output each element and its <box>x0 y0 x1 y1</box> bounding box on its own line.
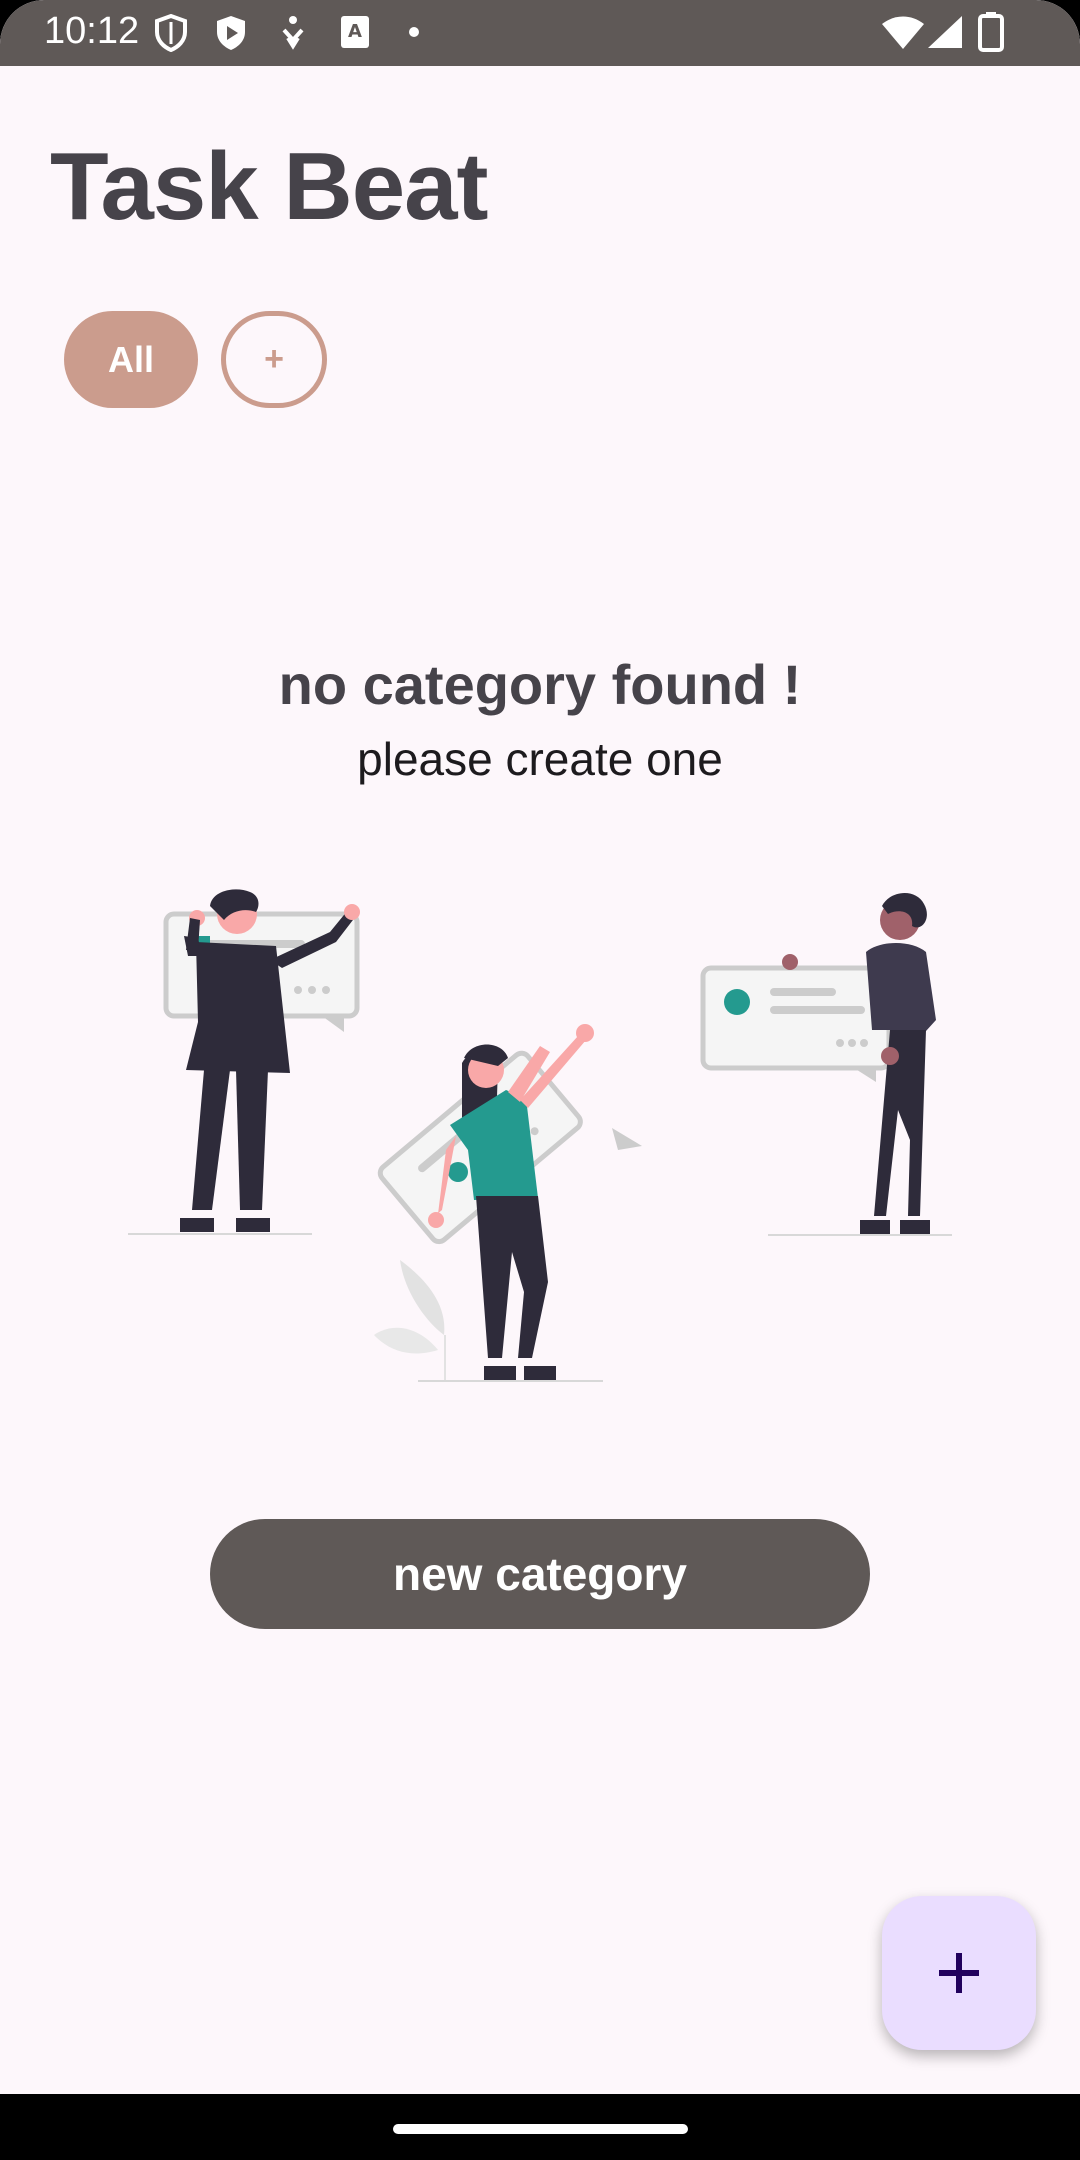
plus-icon <box>939 1953 979 1993</box>
right-card-illustration <box>700 954 892 1082</box>
shield-icon <box>155 14 187 52</box>
empty-state-title: no category found ! <box>278 653 802 716</box>
dot-icon <box>409 27 419 37</box>
status-bar: 10:12 A <box>0 0 1080 66</box>
wifi-icon <box>882 16 924 49</box>
play-protect-icon <box>217 16 245 50</box>
app-title: Task Beat <box>50 133 488 240</box>
add-task-fab[interactable] <box>882 1896 1036 2050</box>
status-time: 10:12 <box>44 10 140 52</box>
new-category-button[interactable]: new category <box>210 1519 870 1629</box>
svg-text:A: A <box>348 21 362 42</box>
app-screen: 10:12 A Task Beat All + no category foun… <box>0 0 1080 2160</box>
category-chip-all[interactable]: All <box>64 311 198 408</box>
accessibility-icon <box>282 16 304 50</box>
battery-icon <box>978 12 1004 52</box>
plant-illustration <box>374 1260 446 1380</box>
home-indicator[interactable] <box>393 2124 688 2134</box>
signal-icon <box>928 16 962 48</box>
empty-state-subtitle: please create one <box>357 733 723 785</box>
font-icon: A <box>341 16 369 48</box>
empty-state-illustration <box>128 889 952 1382</box>
add-category-chip[interactable]: + <box>221 311 327 408</box>
